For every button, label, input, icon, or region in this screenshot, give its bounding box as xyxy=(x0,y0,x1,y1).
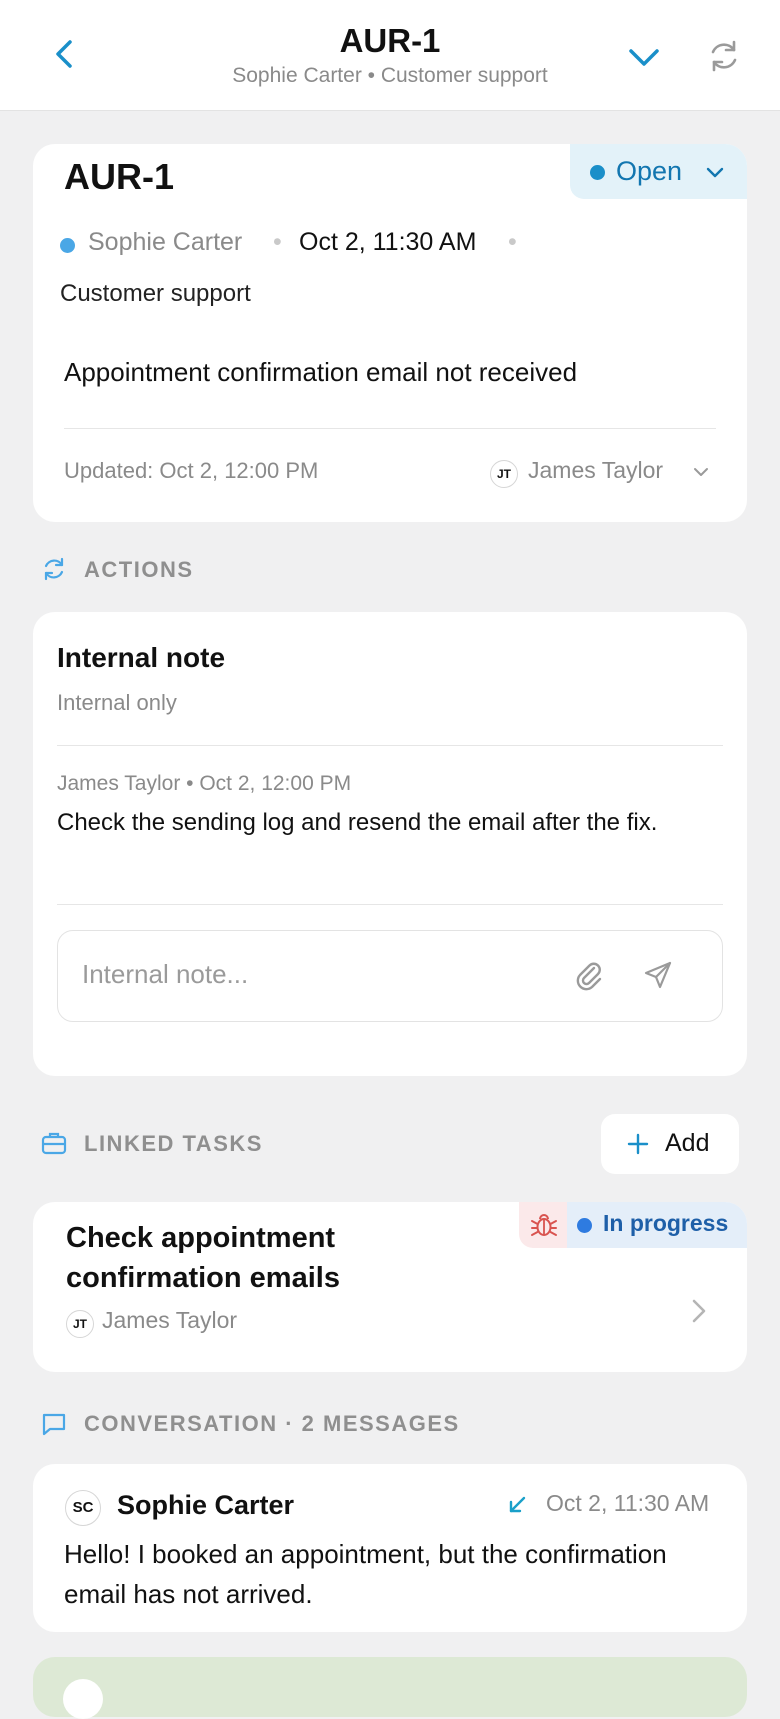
status-dropdown[interactable]: Open xyxy=(570,144,747,199)
plus-icon xyxy=(627,1133,649,1155)
chevron-down-icon[interactable] xyxy=(691,462,711,482)
top-bar: AUR-1 Sophie Carter • Customer support xyxy=(0,0,780,111)
status-label: Open xyxy=(616,156,683,186)
bug-icon xyxy=(531,1214,557,1236)
task-type-badge xyxy=(519,1202,567,1248)
updated-time: Updated: Oct 2, 12:00 PM xyxy=(64,458,319,483)
incoming-arrow-icon xyxy=(509,1496,526,1513)
send-icon[interactable] xyxy=(642,959,674,991)
task-status-label: In progress xyxy=(603,1210,729,1236)
message-body: Hello! I booked an appointment, but the … xyxy=(64,1539,667,1609)
customer-name: Sophie Carter xyxy=(88,228,243,256)
note-title: Internal note xyxy=(57,642,226,673)
meta-separator: • xyxy=(508,228,517,256)
note-body: Check the sending log and resend the ema… xyxy=(57,809,658,836)
chevron-down-icon xyxy=(706,167,724,178)
divider xyxy=(64,428,716,429)
ticket-category: Customer support xyxy=(60,280,251,307)
message-card: SC Sophie Carter Oct 2, 11:30 AM Hello! … xyxy=(33,1464,747,1632)
task-title: Check appointment confirmation emails xyxy=(66,1222,340,1294)
avatar xyxy=(63,1679,103,1719)
meta-separator: • xyxy=(273,228,282,256)
status-dot xyxy=(577,1218,592,1233)
chat-icon xyxy=(42,1413,66,1436)
divider xyxy=(57,904,723,905)
task-status-badge: In progress xyxy=(567,1202,747,1248)
message-time: Oct 2, 11:30 AM xyxy=(546,1490,710,1516)
message-sender: Sophie Carter xyxy=(117,1490,295,1520)
next-message-card xyxy=(33,1657,747,1719)
task-assignee: James Taylor xyxy=(102,1307,238,1333)
note-subtitle: Internal only xyxy=(57,690,177,715)
avatar: JT xyxy=(490,460,518,488)
created-date: Oct 2, 11:30 AM xyxy=(299,228,477,256)
internal-note-input[interactable]: Internal note... xyxy=(57,930,723,1022)
divider xyxy=(57,745,723,746)
input-placeholder: Internal note... xyxy=(82,959,249,989)
ticket-card: AUR-1 Open Sophie Carter • Oct 2, 11:30 … xyxy=(33,144,747,522)
briefcase-icon xyxy=(41,1132,67,1155)
actions-icon xyxy=(44,557,64,581)
avatar: SC xyxy=(65,1490,101,1526)
internal-note-card: Internal note Internal only James Taylor… xyxy=(33,612,747,1076)
ticket-subject: Appointment confirmation email not recei… xyxy=(64,357,578,387)
section-heading-actions: ACTIONS xyxy=(84,557,194,582)
linked-task-card[interactable]: Check appointment confirmation emails JT… xyxy=(33,1202,747,1372)
avatar: JT xyxy=(66,1310,94,1338)
ticket-id: AUR-1 xyxy=(64,156,175,197)
chevron-down-icon[interactable] xyxy=(624,38,664,78)
online-indicator xyxy=(60,238,75,253)
chevron-right-icon xyxy=(692,1299,706,1323)
paperclip-icon[interactable] xyxy=(572,959,606,993)
section-heading-linked-tasks: LINKED TASKS xyxy=(84,1131,263,1156)
assignee-dropdown[interactable]: James Taylor xyxy=(528,457,663,484)
refresh-icon[interactable] xyxy=(704,36,744,76)
add-task-label: Add xyxy=(665,1129,710,1157)
section-heading-conversation: CONVERSATION · 2 MESSAGES xyxy=(84,1411,460,1436)
status-dot xyxy=(590,165,605,180)
add-task-button[interactable]: Add xyxy=(601,1114,739,1174)
note-meta: James Taylor • Oct 2, 12:00 PM xyxy=(57,772,352,795)
